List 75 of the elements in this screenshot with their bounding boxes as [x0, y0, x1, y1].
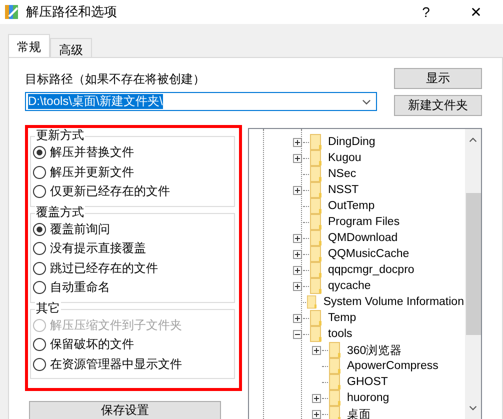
folder-item[interactable]: Temp	[328, 312, 356, 324]
folder-item[interactable]: DingDing	[328, 136, 376, 148]
scroll-up-icon[interactable]	[469, 137, 477, 143]
folder-icon	[310, 166, 322, 182]
path-label: 目标路径（如果不存在将被创建）	[25, 71, 206, 88]
folder-item[interactable]: GHOST	[347, 376, 388, 388]
folder-item[interactable]: 桌面	[347, 406, 371, 419]
radio-option[interactable]: 解压并更新文件	[31, 162, 234, 182]
folder-icon	[310, 326, 322, 342]
expand-icon[interactable]	[293, 282, 302, 290]
expand-icon[interactable]	[293, 234, 302, 242]
radio-option[interactable]: 跳过已经存在的文件	[31, 258, 234, 278]
save-settings-button[interactable]: 保存设置	[29, 401, 221, 419]
folder-item[interactable]: ApowerCompress	[347, 360, 438, 372]
radio-option[interactable]: 自动重命名	[31, 278, 234, 298]
folder-icon	[310, 134, 322, 150]
scroll-down-icon[interactable]	[469, 405, 477, 411]
window-title: 解压路径和选项	[26, 3, 117, 21]
expand-icon[interactable]	[293, 266, 302, 274]
folder-item[interactable]: 360浏览器	[347, 342, 402, 358]
folder-item[interactable]: Program Files	[328, 216, 400, 228]
tab[interactable]: 高级	[50, 38, 92, 57]
folder-icon	[329, 358, 341, 374]
folder-icon	[310, 230, 322, 246]
folder-icon	[310, 278, 322, 294]
group-title: 其它	[35, 300, 61, 314]
folder-item[interactable]: QQMusicCache	[328, 248, 410, 260]
folder-icon	[310, 198, 322, 214]
folder-item[interactable]: OutTemp	[328, 200, 375, 212]
path-combo[interactable]: D:\tools\桌面\新建文件夹\	[25, 92, 377, 111]
radio-option[interactable]: 保留破坏的文件	[31, 335, 234, 354]
folder-icon	[329, 406, 341, 419]
expand-icon[interactable]	[312, 410, 321, 418]
folder-item[interactable]: tools	[328, 328, 352, 340]
folder-icon	[310, 310, 322, 326]
folder-icon	[329, 374, 341, 390]
folder-icon	[310, 182, 322, 198]
group-title: 更新方式	[35, 128, 85, 142]
radio-option[interactable]: 解压并替换文件	[31, 143, 234, 162]
radio-option[interactable]: 没有提示直接覆盖	[31, 239, 234, 258]
folder-icon	[329, 390, 341, 406]
folder-item[interactable]: Kugou	[328, 152, 362, 164]
folder-item[interactable]: qycache	[328, 280, 371, 292]
folder-item[interactable]: huorong	[347, 392, 390, 404]
folder-item[interactable]: QMDownload	[328, 232, 398, 244]
expand-icon[interactable]	[293, 314, 302, 322]
expand-icon[interactable]	[293, 250, 302, 258]
expand-icon[interactable]	[312, 394, 321, 402]
folder-item[interactable]: System Volume Information	[323, 296, 464, 308]
folder-icon	[310, 262, 322, 278]
folder-icon	[310, 214, 322, 230]
action-button[interactable]: 显示	[394, 68, 482, 89]
caret-icon	[362, 98, 371, 104]
folder-icon	[310, 150, 322, 166]
radio-option[interactable]: 仅更新已经存在的文件	[31, 182, 234, 202]
folder-item[interactable]: NSec	[328, 168, 356, 180]
folder-icon	[307, 294, 318, 310]
radio-option[interactable]: 在资源管理器中显示文件	[31, 354, 234, 374]
tab[interactable]: 常规	[8, 34, 50, 57]
expand-icon[interactable]	[293, 138, 302, 146]
help-button[interactable]: ?	[403, 0, 449, 24]
collapse-icon[interactable]	[293, 330, 302, 338]
folder-item[interactable]: qqpcmgr_docpro	[328, 264, 414, 276]
folder-item[interactable]: NSST	[328, 184, 359, 196]
expand-icon[interactable]	[293, 186, 302, 194]
app-icon	[4, 4, 20, 20]
folder-icon	[329, 342, 341, 358]
group-title: 覆盖方式	[35, 204, 85, 218]
expand-icon[interactable]	[293, 154, 302, 162]
close-button[interactable]: ✕	[449, 0, 503, 24]
scrollbar[interactable]	[465, 129, 481, 419]
action-button[interactable]: 新建文件夹	[394, 95, 482, 116]
expand-icon[interactable]	[312, 346, 321, 354]
radio-option[interactable]: 覆盖前询问	[31, 220, 234, 239]
folder-icon	[310, 246, 322, 262]
